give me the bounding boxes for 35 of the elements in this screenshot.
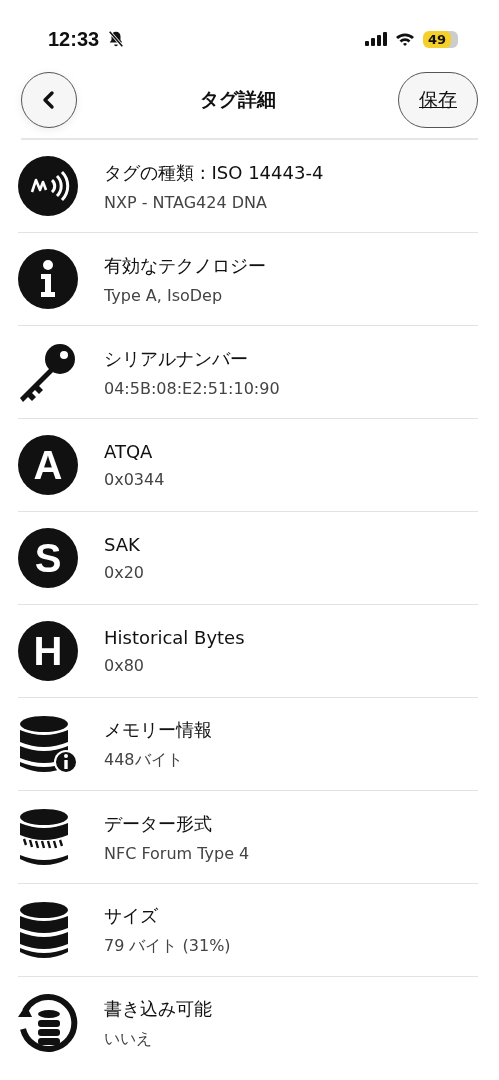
detail-value: NFC Forum Type 4 <box>104 843 250 863</box>
detail-label: ATQA <box>104 441 153 462</box>
wifi-icon <box>394 32 415 46</box>
back-button[interactable] <box>21 72 77 128</box>
detail-label: シリアルナンバー <box>104 346 248 371</box>
detail-label: 書き込み可能 <box>104 996 212 1021</box>
detail-label: タグの種類 : ISO 14443-4 <box>104 160 324 185</box>
key-icon <box>18 342 78 402</box>
signal-icon <box>364 32 387 46</box>
detail-label: サイズ <box>104 903 158 928</box>
status-time: 12:33 <box>48 27 100 51</box>
muted-bell-icon <box>107 30 126 48</box>
detail-value: 0x0344 <box>104 470 165 489</box>
detail-label: SAK <box>104 534 140 555</box>
nfc-signal-icon <box>18 156 78 216</box>
detail-value: 04:5B:08:E2:51:10:90 <box>104 378 280 398</box>
letter-badge-icon: S <box>18 528 78 588</box>
letter-badge-icon: H <box>18 621 78 681</box>
detail-label: 有効なテクノロジー <box>104 253 266 278</box>
detail-value: Type A, IsoDep <box>104 285 223 305</box>
detail-value: 0x80 <box>104 656 144 675</box>
detail-value: 448バイト <box>104 749 183 771</box>
database-refresh-icon <box>18 993 78 1053</box>
detail-value: 0x20 <box>104 563 144 582</box>
info-icon <box>18 249 78 309</box>
page-title: タグ詳細 <box>199 87 276 112</box>
letter-badge-icon: A <box>18 435 78 495</box>
detail-label: データー形式 <box>104 811 212 836</box>
detail-label: メモリー情報 <box>104 717 212 742</box>
detail-value: NXP - NTAG424 DNA <box>104 192 267 212</box>
detail-label: Historical Bytes <box>104 627 245 648</box>
detail-value: 79 バイト (31%) <box>104 935 231 957</box>
save-button[interactable]: 保存 <box>398 72 478 128</box>
detail-value: いいえ <box>104 1028 152 1050</box>
database-info-icon <box>18 714 78 774</box>
